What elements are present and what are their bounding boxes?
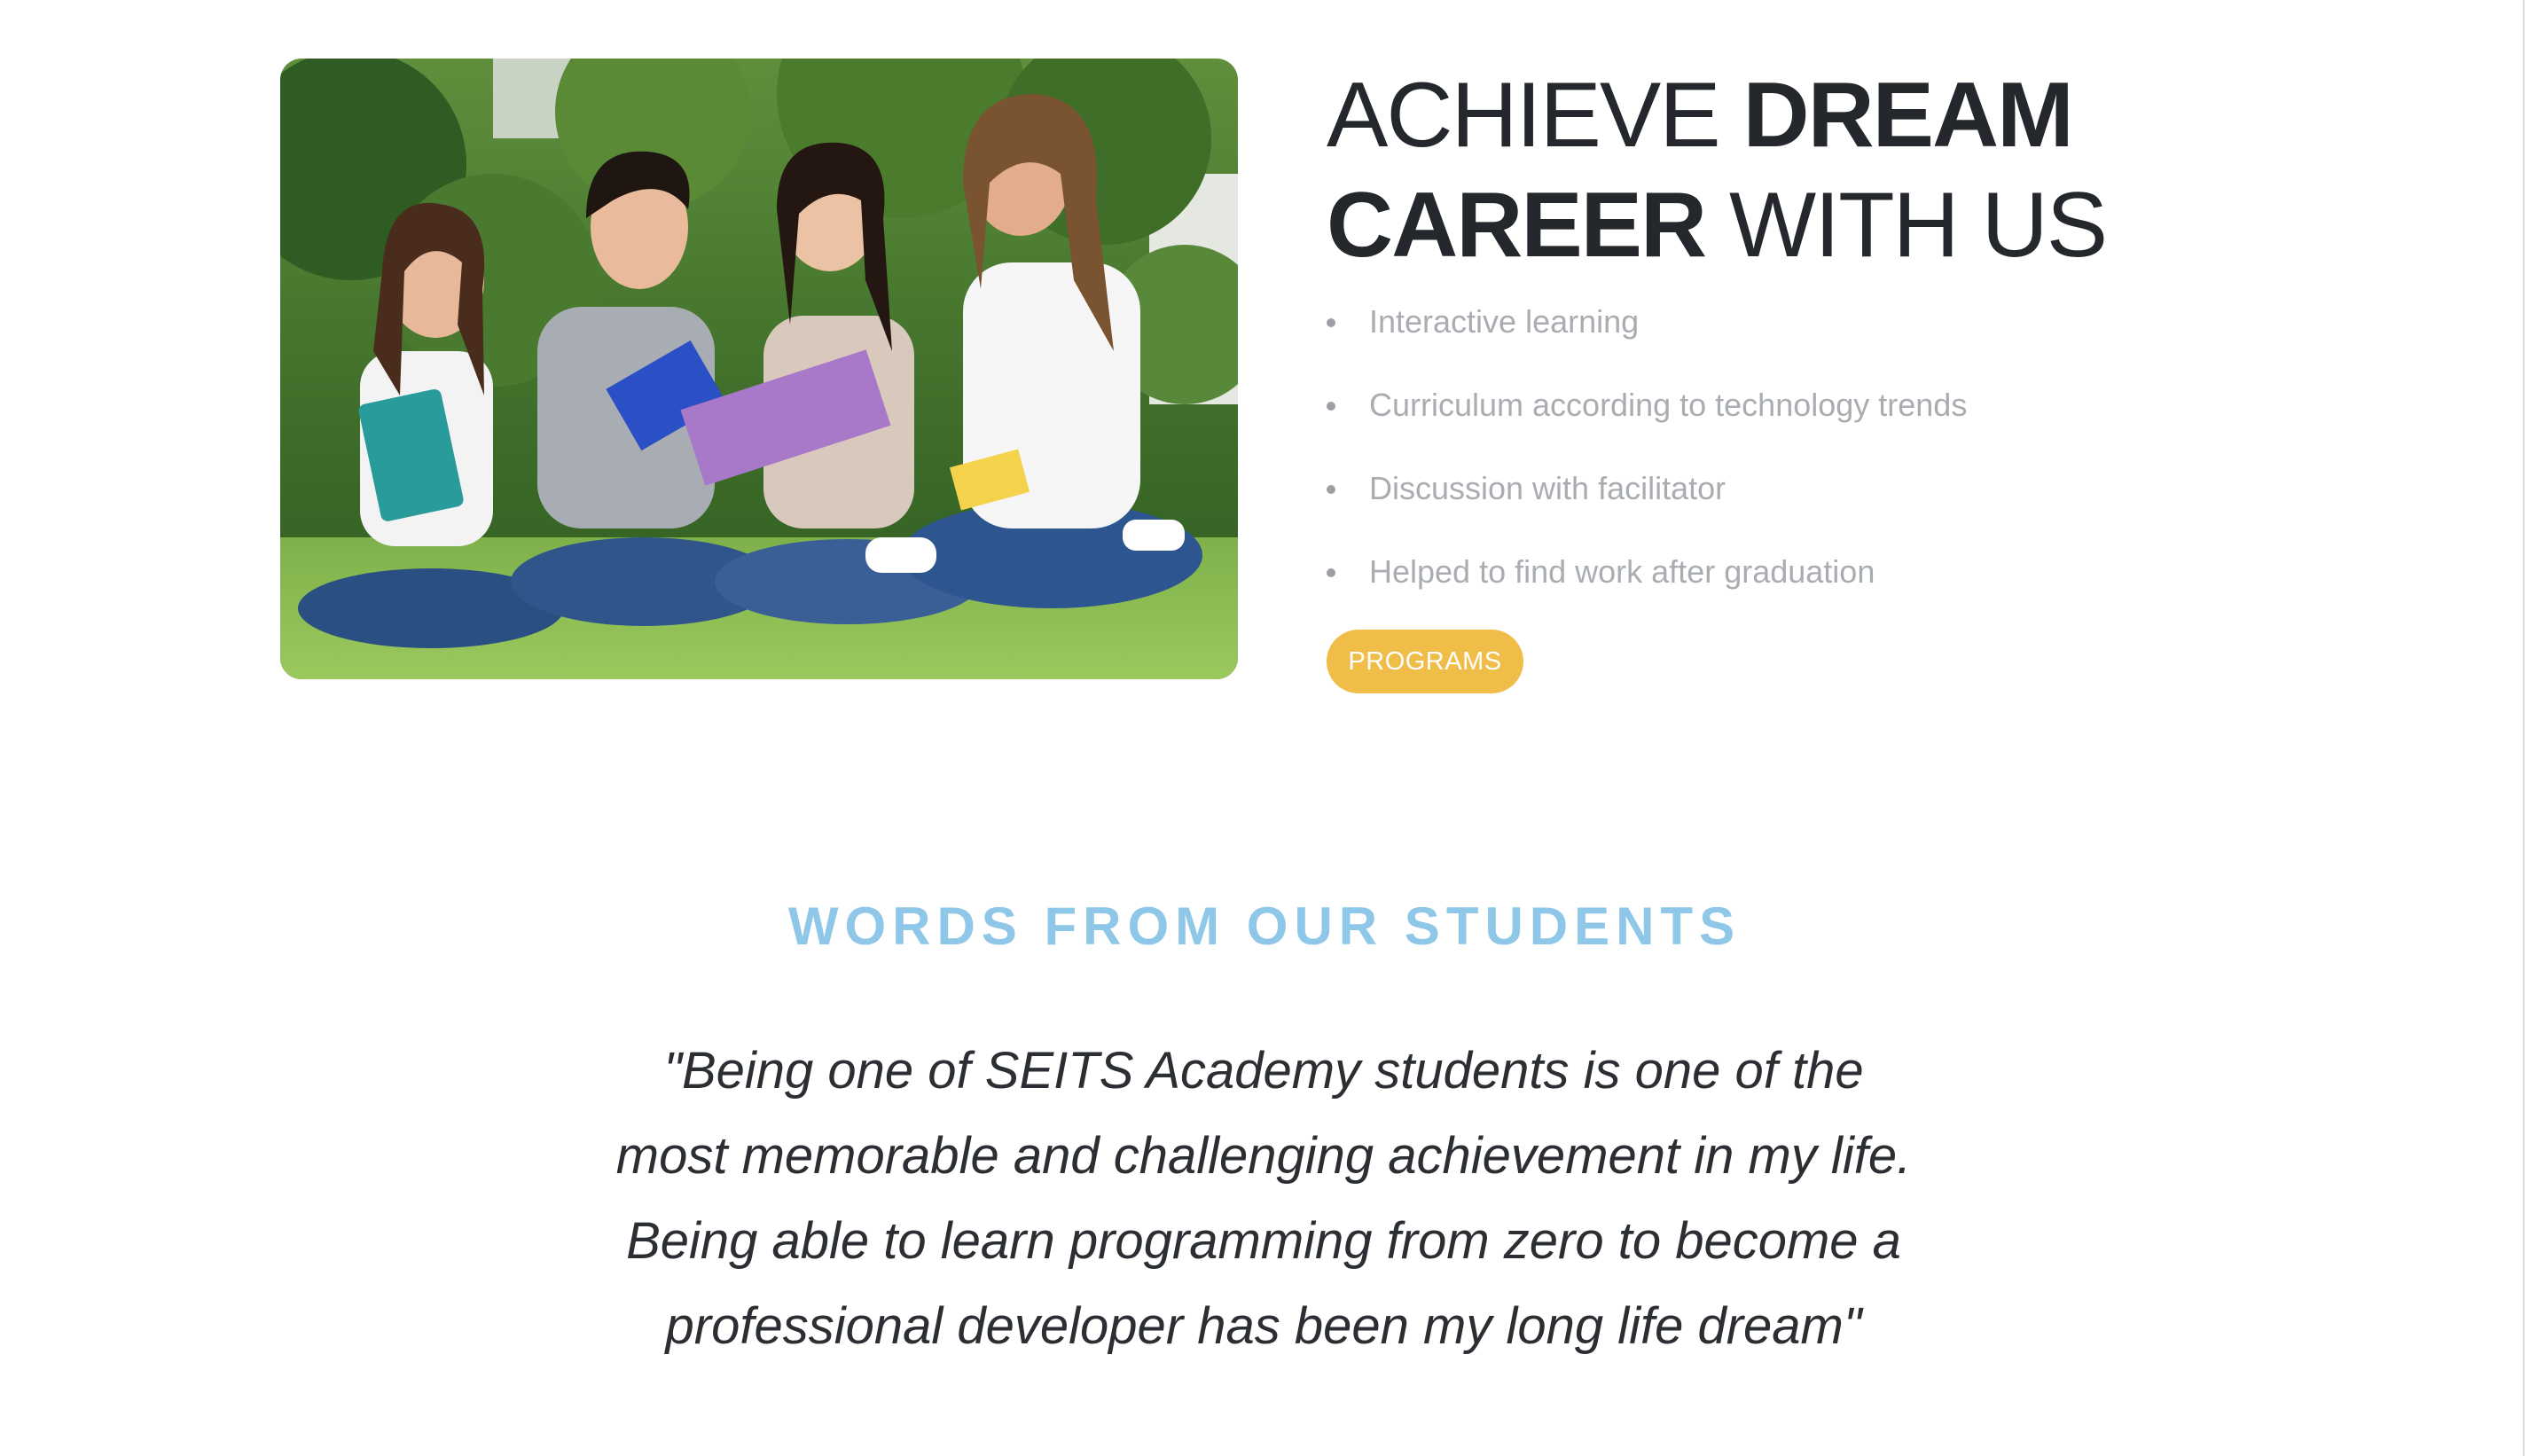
feature-label: Curriculum according to technology trend… — [1369, 387, 1968, 423]
testimonial-quote: "Being one of SEITS Academy students is … — [615, 1042, 1912, 1355]
headline-part-with-us: WITH US — [1705, 174, 2108, 277]
headline-part-career: CAREER — [1327, 174, 1707, 277]
feature-label: Discussion with facilitator — [1369, 470, 1726, 506]
programs-button[interactable]: PROGRAMS — [1327, 630, 1523, 693]
bullet-dot-icon — [1327, 485, 1335, 494]
headline-part-achieve: ACHIEVE — [1327, 64, 1743, 167]
bullet-dot-icon — [1327, 568, 1335, 577]
bullet-dot-icon — [1327, 318, 1335, 327]
feature-label: Interactive learning — [1369, 303, 1640, 340]
bullet-dot-icon — [1327, 402, 1335, 411]
page: ACHIEVE DREAM CAREER WITH US Interactive … — [0, 0, 2529, 1456]
feature-list: Interactive learning Curriculum accordin… — [1327, 293, 1967, 626]
feature-item: Discussion with facilitator — [1327, 459, 1967, 543]
headline-part-dream: DREAM — [1742, 64, 2073, 167]
feature-label: Helped to find work after graduation — [1369, 553, 1875, 590]
feature-item: Interactive learning — [1327, 293, 1967, 376]
testimonials-title: WORDS FROM OUR STUDENTS — [787, 896, 1742, 956]
students-photo — [280, 59, 1238, 679]
feature-item: Curriculum according to technology trend… — [1327, 376, 1967, 459]
page-scrollbar[interactable] — [2523, 0, 2525, 1456]
feature-item: Helped to find work after graduation — [1327, 543, 1967, 626]
hero-headline: ACHIEVE DREAM CAREER WITH US — [1327, 60, 2125, 280]
students-photo-illustration — [280, 59, 1238, 679]
